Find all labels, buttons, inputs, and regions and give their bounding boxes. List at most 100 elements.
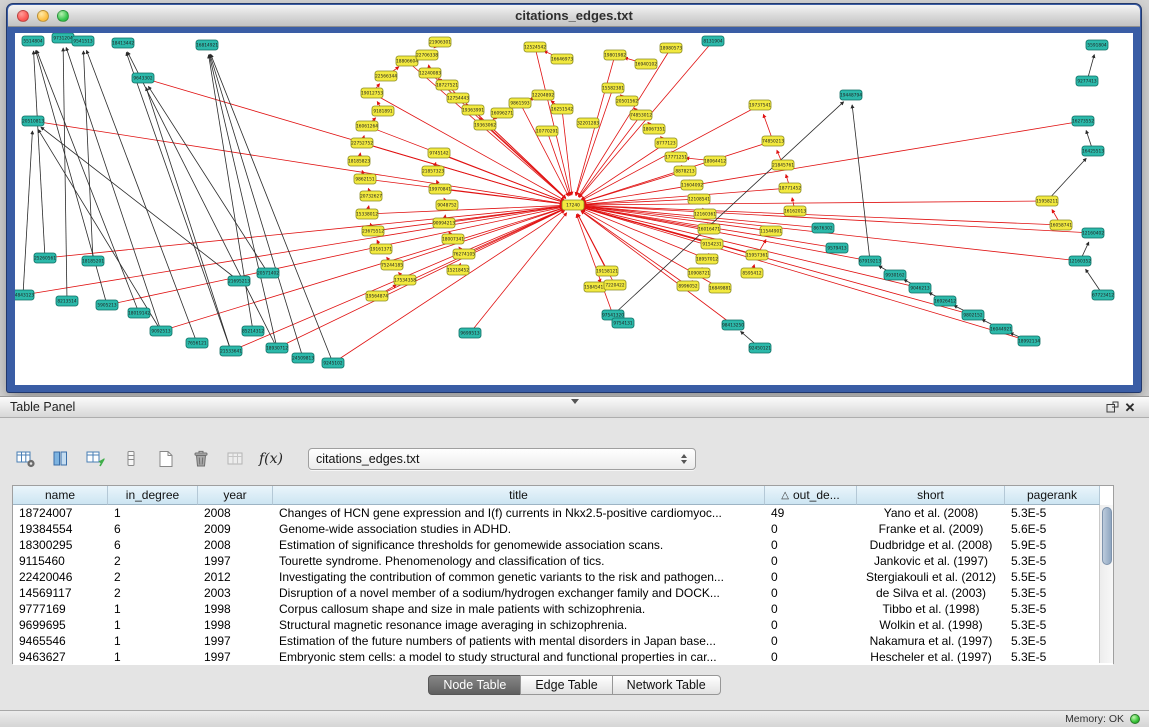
- graph-node[interactable]: 16096271: [491, 108, 513, 118]
- column-header-out-degree[interactable]: △ out_de...: [765, 486, 857, 505]
- table-row[interactable]: 969969511998Structural magnetic resonanc…: [13, 617, 1113, 633]
- table-cell-pagerank[interactable]: 5.9E-5: [1005, 538, 1100, 552]
- table-cell-pagerank[interactable]: 5.5E-5: [1005, 570, 1100, 584]
- table-cell-short[interactable]: Jankovic et al. (1997): [857, 554, 1005, 568]
- table-cell-short[interactable]: Yano et al. (2008): [857, 506, 1005, 520]
- graph-node[interactable]: 21533641: [220, 346, 242, 356]
- vertical-scrollbar[interactable]: [1099, 505, 1113, 663]
- panel-resize-handle[interactable]: [571, 399, 579, 404]
- graph-node[interactable]: 75244185: [381, 260, 403, 270]
- graph-node[interactable]: 18930712: [266, 343, 288, 353]
- table-cell-year[interactable]: 2003: [198, 586, 273, 600]
- table-cell-in_degree[interactable]: 6: [108, 522, 198, 536]
- graph-node[interactable]: 15218452: [447, 265, 469, 275]
- graph-node[interactable]: 9754131: [612, 318, 634, 328]
- graph-node[interactable]: 85214312: [242, 326, 264, 336]
- graph-node[interactable]: 20510813: [22, 116, 44, 126]
- table-row[interactable]: 1872400712008Changes of HCN gene express…: [13, 505, 1113, 521]
- table-row[interactable]: 946554611997Estimation of the future num…: [13, 633, 1113, 649]
- graph-node[interactable]: 19970841: [429, 184, 451, 194]
- graph-node[interactable]: 19737541: [749, 100, 771, 110]
- graph-node[interactable]: 19158121: [596, 266, 618, 276]
- column-header-year[interactable]: year: [198, 486, 273, 505]
- graph-node[interactable]: 18019142: [128, 308, 150, 318]
- graph-node[interactable]: 8595412: [741, 268, 763, 278]
- graph-node[interactable]: 76274105: [453, 249, 475, 259]
- table-row[interactable]: 977716911998Corpus callosum shape and si…: [13, 601, 1113, 617]
- graph-node[interactable]: 5591804: [1086, 40, 1108, 50]
- table-cell-title[interactable]: Embryonic stem cells: a model to study s…: [273, 650, 765, 664]
- table-cell-year[interactable]: 2012: [198, 570, 273, 584]
- close-panel-icon[interactable]: ✕: [1121, 399, 1139, 415]
- table-cell-short[interactable]: de Silva et al. (2003): [857, 586, 1005, 600]
- graph-node[interactable]: 9092513: [150, 326, 172, 336]
- table-row[interactable]: 911546021997Tourette syndrome. Phenomeno…: [13, 553, 1113, 569]
- delete-table-icon[interactable]: [189, 448, 213, 470]
- graph-node[interactable]: 9745142: [428, 148, 450, 158]
- graph-node[interactable]: 16273552: [1072, 116, 1094, 126]
- table-cell-name[interactable]: 9463627: [13, 650, 108, 664]
- table-cell-pagerank[interactable]: 5.3E-5: [1005, 602, 1100, 616]
- table-disabled-icon[interactable]: [224, 448, 248, 470]
- graph-node[interactable]: 5514804: [22, 36, 44, 46]
- graph-node[interactable]: 16425513: [1082, 146, 1104, 156]
- graph-node[interactable]: 8213514: [56, 296, 78, 306]
- column-header-short[interactable]: short: [857, 486, 1005, 505]
- column-header-pagerank[interactable]: pagerank: [1005, 486, 1100, 505]
- table-cell-title[interactable]: Disruption of a novel member of a sodium…: [273, 586, 765, 600]
- insert-column-icon[interactable]: [119, 448, 143, 470]
- graph-node[interactable]: 18771452: [779, 183, 801, 193]
- import-table-icon[interactable]: [84, 448, 108, 470]
- table-cell-pagerank[interactable]: 5.6E-5: [1005, 522, 1100, 536]
- graph-node[interactable]: 19012753: [361, 88, 383, 98]
- graph-node[interactable]: 16061264: [356, 121, 378, 131]
- table-cell-in_degree[interactable]: 1: [108, 602, 198, 616]
- table-cell-out_degree[interactable]: 0: [765, 618, 857, 632]
- graph-node[interactable]: 9046213: [909, 283, 931, 293]
- graph-node[interactable]: 67919213: [859, 256, 881, 266]
- table-cell-short[interactable]: Dudbridge et al. (2008): [857, 538, 1005, 552]
- graph-node[interactable]: 17534358: [394, 275, 416, 285]
- tab-network-table[interactable]: Network Table: [612, 675, 721, 695]
- graph-node[interactable]: 12204892: [532, 90, 554, 100]
- table-cell-title[interactable]: Structural magnetic resonance image aver…: [273, 618, 765, 632]
- table-cell-short[interactable]: Stergiakouli et al. (2012): [857, 570, 1005, 584]
- graph-node[interactable]: 19161371: [370, 244, 392, 254]
- graph-node[interactable]: 16016471: [698, 224, 720, 234]
- graph-node[interactable]: 9579413: [826, 243, 848, 253]
- table-cell-in_degree[interactable]: 2: [108, 554, 198, 568]
- graph-node[interactable]: 15845412: [584, 282, 606, 292]
- graph-node[interactable]: 22566344: [375, 71, 397, 81]
- graph-node[interactable]: 18007341: [442, 234, 464, 244]
- table-row[interactable]: 1938455462009Genome-wide association stu…: [13, 521, 1113, 537]
- graph-node[interactable]: 22706338: [416, 50, 438, 60]
- table-cell-name[interactable]: 9465546: [13, 634, 108, 648]
- graph-node[interactable]: 12754443: [447, 93, 469, 103]
- table-cell-in_degree[interactable]: 2: [108, 570, 198, 584]
- graph-node[interactable]: 9731204: [52, 33, 74, 43]
- graph-node[interactable]: 18064412: [704, 156, 726, 166]
- table-row[interactable]: 2242004622012Investigating the contribut…: [13, 569, 1113, 585]
- graph-node[interactable]: 16044921: [990, 324, 1012, 334]
- graph-node[interactable]: 8878213: [674, 166, 696, 176]
- table-cell-name[interactable]: 9699695: [13, 618, 108, 632]
- graph-node[interactable]: 8777123: [655, 138, 677, 148]
- window-titlebar[interactable]: citations_edges.txt: [8, 5, 1140, 27]
- graph-node[interactable]: 10908721: [688, 268, 710, 278]
- column-chooser-icon[interactable]: [49, 448, 73, 470]
- table-cell-out_degree[interactable]: 0: [765, 522, 857, 536]
- graph-node[interactable]: 18185823: [348, 156, 370, 166]
- table-cell-short[interactable]: Tibbo et al. (1998): [857, 602, 1005, 616]
- graph-node[interactable]: 16814921: [196, 40, 218, 50]
- graph-node[interactable]: 9643302: [132, 73, 154, 83]
- table-cell-year[interactable]: 1997: [198, 650, 273, 664]
- graph-node[interactable]: 9699513: [459, 328, 481, 338]
- column-header-in-degree[interactable]: in_degree: [108, 486, 198, 505]
- graph-node[interactable]: 9930162: [884, 270, 906, 280]
- graph-node[interactable]: 74853012: [630, 110, 652, 120]
- graph-node[interactable]: 8131904: [702, 36, 724, 46]
- close-window-button[interactable]: [17, 10, 29, 22]
- graph-node[interactable]: 16162013: [784, 206, 806, 216]
- graph-node[interactable]: 18957012: [696, 254, 718, 264]
- graph-node[interactable]: 5905213: [96, 300, 118, 310]
